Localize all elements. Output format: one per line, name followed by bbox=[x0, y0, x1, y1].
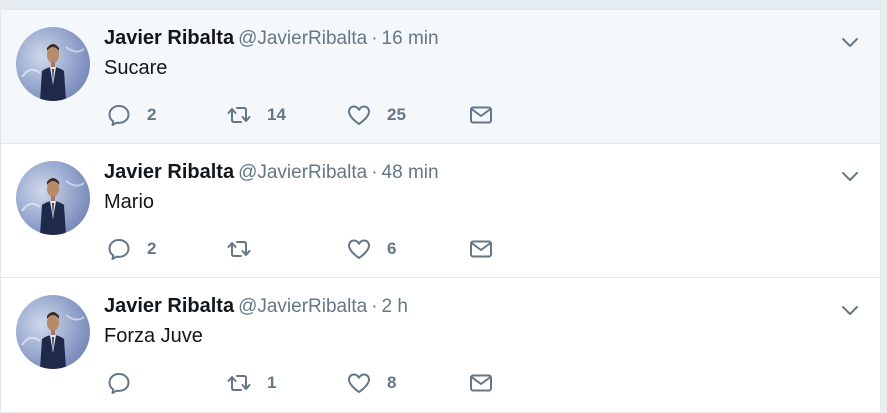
author-fullname[interactable]: Javier Ribalta bbox=[104, 295, 234, 317]
retweet-icon bbox=[226, 102, 252, 128]
tweet-header: Javier Ribalta @JavierRibalta · 48 min bbox=[104, 160, 439, 185]
tweet-text: Forza Juve bbox=[104, 325, 203, 347]
like-count: 25 bbox=[387, 105, 406, 124]
tweet-timestamp[interactable]: 2 h bbox=[382, 296, 408, 317]
avatar[interactable] bbox=[16, 27, 90, 101]
tweet-header: Javier Ribalta @JavierRibalta · 2 h bbox=[104, 294, 408, 319]
retweet-icon bbox=[226, 370, 252, 396]
envelope-icon bbox=[468, 370, 494, 396]
header-separator: · bbox=[371, 28, 378, 49]
tweet-text: Mario bbox=[104, 191, 155, 213]
retweet-count: 1 bbox=[267, 373, 277, 392]
tweet-text: Sucare bbox=[104, 57, 168, 79]
direct-message-button[interactable] bbox=[468, 236, 494, 262]
reply-icon bbox=[106, 236, 132, 262]
retweet-icon bbox=[226, 236, 252, 262]
avatar[interactable] bbox=[16, 161, 90, 235]
tweet-actions: 2 6 bbox=[106, 236, 526, 262]
author-fullname[interactable]: Javier Ribalta bbox=[104, 27, 234, 49]
author-fullname[interactable]: Javier Ribalta bbox=[104, 161, 234, 183]
header-separator: · bbox=[371, 162, 378, 183]
direct-message-button[interactable] bbox=[468, 102, 494, 128]
retweet-count: 14 bbox=[267, 105, 286, 124]
like-count: 8 bbox=[387, 373, 397, 392]
envelope-icon bbox=[468, 102, 494, 128]
retweet-button[interactable] bbox=[226, 236, 267, 262]
heart-icon bbox=[346, 370, 372, 396]
retweet-button[interactable]: 14 bbox=[226, 102, 286, 128]
tweet-timestamp[interactable]: 16 min bbox=[382, 28, 439, 49]
tweet-header: Javier Ribalta @JavierRibalta · 16 min bbox=[104, 26, 439, 51]
reply-icon bbox=[106, 370, 132, 396]
tweet-item[interactable]: Javier Ribalta @JavierRibalta · 48 min Mari… bbox=[1, 144, 880, 278]
reply-button[interactable]: 2 bbox=[106, 236, 156, 262]
reply-button[interactable] bbox=[106, 370, 147, 396]
heart-icon bbox=[346, 236, 372, 262]
chevron-down-icon[interactable] bbox=[839, 166, 861, 186]
tweet-timestamp[interactable]: 48 min bbox=[382, 162, 439, 183]
reply-button[interactable]: 2 bbox=[106, 102, 156, 128]
like-button[interactable]: 8 bbox=[346, 370, 396, 396]
chevron-down-icon[interactable] bbox=[839, 32, 861, 52]
tweet-actions: 2 14 25 bbox=[106, 102, 526, 128]
reply-icon bbox=[106, 102, 132, 128]
reply-count: 2 bbox=[147, 239, 157, 258]
author-username[interactable]: @JavierRibalta bbox=[238, 162, 367, 183]
chevron-down-icon[interactable] bbox=[839, 300, 861, 320]
author-username[interactable]: @JavierRibalta bbox=[238, 28, 367, 49]
like-button[interactable]: 6 bbox=[346, 236, 396, 262]
scrollbar[interactable] bbox=[880, 0, 887, 413]
author-username[interactable]: @JavierRibalta bbox=[238, 296, 367, 317]
like-button[interactable]: 25 bbox=[346, 102, 406, 128]
tweet-item[interactable]: Javier Ribalta @JavierRibalta · 16 min Suca… bbox=[1, 10, 880, 144]
like-count: 6 bbox=[387, 239, 397, 258]
tweet-actions: 1 8 bbox=[106, 370, 526, 396]
reply-count: 2 bbox=[147, 105, 157, 124]
tweet-item[interactable]: Javier Ribalta @JavierRibalta · 2 h Forza J… bbox=[1, 278, 880, 412]
retweet-button[interactable]: 1 bbox=[226, 370, 276, 396]
direct-message-button[interactable] bbox=[468, 370, 494, 396]
heart-icon bbox=[346, 102, 372, 128]
tweet-timeline: Javier Ribalta @JavierRibalta · 16 min Suca… bbox=[0, 9, 880, 412]
avatar[interactable] bbox=[16, 295, 90, 369]
envelope-icon bbox=[468, 236, 494, 262]
header-separator: · bbox=[371, 296, 378, 317]
